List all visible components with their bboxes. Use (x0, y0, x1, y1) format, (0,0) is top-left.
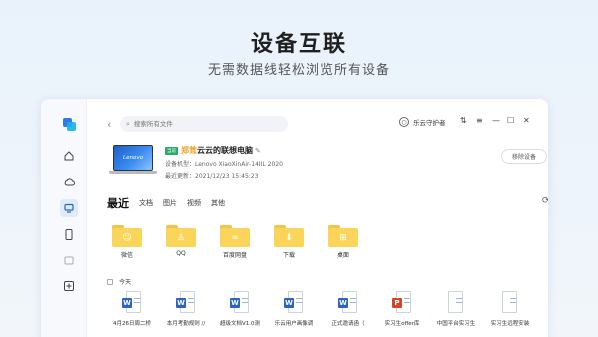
file-item[interactable]: W 乐云用户画像调 (269, 291, 319, 327)
device-name-highlight: 郑茸 (181, 146, 197, 155)
tab-other[interactable]: 其他 (211, 198, 225, 208)
word-icon: W (284, 298, 294, 308)
more-menu-icon[interactable]: ≡ (476, 116, 483, 125)
sidebar (41, 99, 87, 337)
maximize-icon[interactable]: ☐ (507, 116, 514, 125)
wechat-icon: ☺ (112, 228, 142, 247)
qq-icon: ♙ (166, 228, 196, 247)
remove-device-button[interactable]: 移除设备 (501, 149, 547, 164)
file-item[interactable]: P 实习生offer库 (377, 291, 427, 327)
folder-baidu[interactable]: ∞ 百度网盘 (215, 225, 255, 259)
sort-icon[interactable]: ⇅ (460, 116, 467, 125)
user-account[interactable]: ○ 乐云守护者 (399, 117, 446, 127)
powerpoint-icon: P (392, 298, 402, 308)
file-item[interactable]: W 4月26日周二桥 (107, 291, 157, 327)
recent-title: 最近 (107, 197, 129, 210)
tab-images[interactable]: 图片 (163, 198, 177, 208)
word-icon: W (176, 298, 186, 308)
select-all-checkbox[interactable] (107, 278, 113, 285)
search-box[interactable]: ⌕ (120, 116, 288, 132)
download-icon: ⬇ (274, 228, 304, 247)
edit-icon[interactable]: ✎ (255, 147, 261, 155)
cloud-icon: ∞ (220, 228, 250, 247)
file-item[interactable]: 实习生远程安装 (485, 291, 535, 327)
close-icon[interactable]: ✕ (523, 116, 530, 125)
search-icon: ⌕ (126, 119, 130, 128)
add-device-icon[interactable] (60, 277, 78, 295)
phone-icon[interactable] (60, 225, 78, 243)
device-card: Lenovo 当前 郑茸云云的联想电脑 ✎ 设备机型：Lenovo XiaoXin… (109, 145, 547, 189)
today-section-header: 今天 (107, 277, 131, 286)
file-item[interactable]: W 正式邀请函（ (323, 291, 373, 327)
cloud-icon[interactable] (60, 172, 78, 190)
today-label: 今天 (119, 279, 132, 286)
search-input[interactable] (133, 120, 274, 128)
hero-title: 设备互联 (250, 32, 347, 57)
laptop-icon: Lenovo (109, 145, 157, 180)
document-icon (502, 291, 517, 313)
folder-qq[interactable]: ♙ QQ (161, 225, 201, 257)
main-panel: ‹ ⌕ ○ 乐云守护者 ⇅ ≡ — ☐ ✕ Lenovo 当前 郑茸云云的联想电… (87, 99, 548, 337)
device-name-rest: 云云的联想电脑 (197, 146, 253, 155)
computer-icon[interactable] (60, 199, 78, 217)
user-avatar-icon: ○ (399, 117, 409, 127)
device-updated: 最近更新：2021/12/23 15:45:23 (165, 173, 259, 180)
folder-downloads[interactable]: ⬇ 下载 (269, 225, 309, 259)
word-icon: W (230, 298, 240, 308)
file-item[interactable]: 中国平台实习生 (431, 291, 481, 327)
current-device-badge: 当前 (165, 147, 178, 155)
minimize-icon[interactable]: — (492, 116, 500, 125)
device-model: 设备机型：Lenovo XiaoXinAir-14IIL 2020 (165, 161, 283, 168)
back-arrow-icon[interactable]: ‹ (107, 118, 111, 131)
folder-wechat[interactable]: ☺ 微信 (107, 225, 147, 259)
tablet-icon[interactable] (60, 251, 78, 269)
windows-icon: ⊞ (328, 228, 358, 247)
file-item[interactable]: W 超级文档V1.0测 (215, 291, 265, 327)
home-icon[interactable] (60, 147, 78, 165)
word-icon: W (122, 298, 132, 308)
device-name: 郑茸云云的联想电脑 ✎ (181, 145, 261, 156)
tab-videos[interactable]: 视频 (187, 198, 201, 208)
file-item[interactable]: W 本月考勤规则 // (161, 291, 211, 327)
recent-tabs: 文档 图片 视频 其他 (139, 198, 225, 208)
hero-subtitle: 无需数据线轻松浏览所有设备 (207, 63, 390, 78)
user-name: 乐云守护者 (413, 119, 446, 127)
app-logo-icon (63, 118, 76, 131)
refresh-icon[interactable]: ⟳ (542, 196, 548, 206)
folder-desktop[interactable]: ⊞ 桌面 (323, 225, 363, 259)
word-icon: W (338, 298, 348, 308)
tab-documents[interactable]: 文档 (139, 198, 153, 208)
document-icon (448, 291, 463, 313)
app-window: ‹ ⌕ ○ 乐云守护者 ⇅ ≡ — ☐ ✕ Lenovo 当前 郑茸云云的联想电… (41, 99, 548, 337)
